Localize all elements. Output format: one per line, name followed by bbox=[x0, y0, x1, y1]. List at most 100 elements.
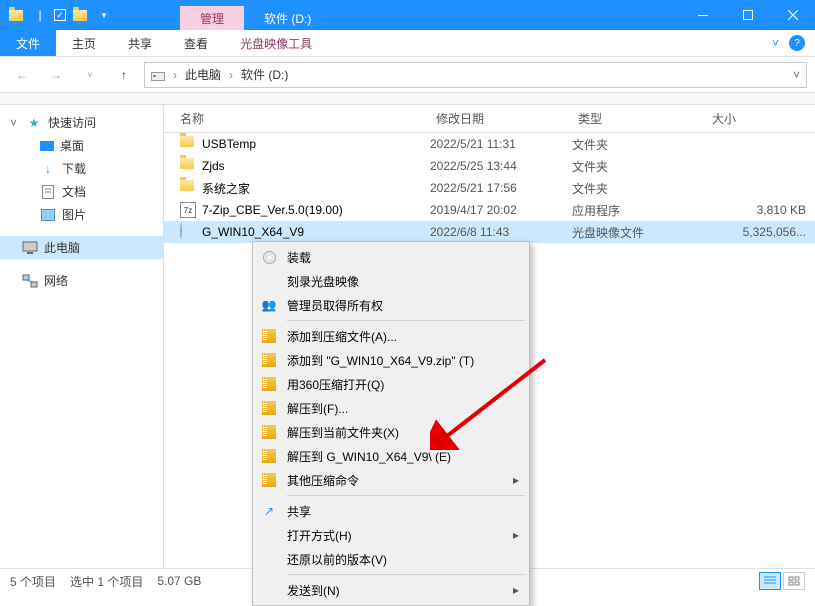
manage-tab[interactable]: 管理 bbox=[180, 6, 244, 30]
sidebar-downloads[interactable]: ↓ 下载 bbox=[0, 157, 163, 180]
spacer bbox=[0, 93, 815, 105]
close-button[interactable] bbox=[770, 0, 815, 30]
ribbon-collapse-icon[interactable]: ˅ bbox=[772, 36, 779, 50]
window-controls bbox=[680, 0, 815, 30]
file-row[interactable]: 系统之家2022/5/21 17:56文件夹 bbox=[164, 177, 815, 199]
col-type[interactable]: 类型 bbox=[578, 110, 712, 127]
pc-icon bbox=[22, 240, 38, 256]
file-date: 2019/4/17 20:02 bbox=[430, 203, 572, 217]
file-type: 文件夹 bbox=[572, 136, 706, 153]
chevron-right-icon[interactable]: › bbox=[169, 68, 181, 82]
users-icon: 👥 bbox=[259, 295, 279, 315]
breadcrumb-bar[interactable]: › 此电脑 › 软件 (D:) ˅ bbox=[144, 62, 807, 88]
separator bbox=[287, 495, 525, 496]
col-date[interactable]: 修改日期 bbox=[436, 110, 578, 127]
file-row[interactable]: USBTemp2022/5/21 11:31文件夹 bbox=[164, 133, 815, 155]
desktop-icon bbox=[40, 141, 54, 151]
context-menu: 装载 刻录光盘映像 👥管理员取得所有权 添加到压缩文件(A)... 添加到 "G… bbox=[252, 241, 530, 606]
pictures-icon bbox=[40, 207, 56, 223]
file-tab[interactable]: 文件 bbox=[0, 30, 56, 56]
zip-icon bbox=[259, 446, 279, 466]
qat-dropdown-icon[interactable]: ▾ bbox=[94, 5, 114, 25]
ribbon-tabs: 文件 主页 共享 查看 光盘映像工具 ˅ ? bbox=[0, 30, 815, 57]
disc-icon bbox=[259, 247, 279, 267]
sidebar-item-label: 此电脑 bbox=[44, 239, 80, 256]
separator bbox=[287, 320, 525, 321]
breadcrumb-dropdown-icon[interactable]: ˅ bbox=[793, 68, 800, 82]
sidebar-item-label: 快速访问 bbox=[48, 114, 96, 131]
ctx-open-360[interactable]: 用360压缩打开(Q) bbox=[255, 372, 527, 396]
ctx-add-archive[interactable]: 添加到压缩文件(A)... bbox=[255, 324, 527, 348]
ctx-share[interactable]: ↗共享 bbox=[255, 499, 527, 523]
file-date: 2022/5/25 13:44 bbox=[430, 159, 572, 173]
breadcrumb-drive[interactable]: 软件 (D:) bbox=[241, 66, 288, 83]
sidebar-documents[interactable]: 文档 bbox=[0, 180, 163, 203]
folder-icon bbox=[180, 180, 196, 196]
file-type: 应用程序 bbox=[572, 202, 706, 219]
folder-qat-icon[interactable] bbox=[70, 5, 90, 25]
view-tab[interactable]: 查看 bbox=[168, 30, 224, 56]
ctx-burn[interactable]: 刻录光盘映像 bbox=[255, 269, 527, 293]
sidebar-quick-access[interactable]: ˅ ★ 快速访问 bbox=[0, 111, 163, 134]
archive-icon: 7z bbox=[180, 202, 196, 218]
chevron-right-icon: ▸ bbox=[513, 473, 519, 487]
up-button[interactable]: ↑ bbox=[110, 61, 138, 89]
ctx-admin[interactable]: 👥管理员取得所有权 bbox=[255, 293, 527, 317]
ctx-extract-named[interactable]: 解压到 G_WIN10_X64_V9\ (E) bbox=[255, 444, 527, 468]
ctx-extract-to[interactable]: 解压到(F)... bbox=[255, 396, 527, 420]
ctx-open-with[interactable]: 打开方式(H)▸ bbox=[255, 523, 527, 547]
status-count: 5 个项目 bbox=[10, 573, 56, 590]
file-row[interactable]: G_WIN10_X64_V92022/6/8 11:43光盘映像文件5,325,… bbox=[164, 221, 815, 243]
download-icon: ↓ bbox=[40, 161, 56, 177]
disc-tools-tab[interactable]: 光盘映像工具 bbox=[224, 30, 328, 56]
status-size: 5.07 GB bbox=[157, 574, 201, 588]
file-row[interactable]: Zjds2022/5/25 13:44文件夹 bbox=[164, 155, 815, 177]
file-size: 3,810 KB bbox=[706, 203, 806, 217]
share-icon: ↗ bbox=[259, 501, 279, 521]
file-name: USBTemp bbox=[202, 137, 256, 151]
sidebar-this-pc[interactable]: 此电脑 bbox=[0, 236, 163, 259]
ctx-send-to[interactable]: 发送到(N)▸ bbox=[255, 578, 527, 602]
ctx-restore[interactable]: 还原以前的版本(V) bbox=[255, 547, 527, 571]
zip-icon bbox=[259, 422, 279, 442]
sidebar-desktop[interactable]: 桌面 bbox=[0, 134, 163, 157]
share-tab[interactable]: 共享 bbox=[112, 30, 168, 56]
ctx-other-zip[interactable]: 其他压缩命令▸ bbox=[255, 468, 527, 492]
sidebar-item-label: 图片 bbox=[62, 206, 86, 223]
file-name: G_WIN10_X64_V9 bbox=[202, 225, 304, 239]
ctx-extract-here[interactable]: 解压到当前文件夹(X) bbox=[255, 420, 527, 444]
chevron-down-icon[interactable]: ˅ bbox=[10, 116, 20, 130]
forward-button[interactable]: → bbox=[42, 61, 70, 89]
help-icon[interactable]: ? bbox=[789, 35, 805, 51]
chevron-right-icon[interactable]: › bbox=[225, 68, 237, 82]
details-view-button[interactable] bbox=[759, 572, 781, 590]
minimize-button[interactable] bbox=[680, 0, 725, 30]
file-type: 文件夹 bbox=[572, 180, 706, 197]
folder-icon bbox=[180, 158, 196, 174]
sidebar-network[interactable]: 网络 bbox=[0, 269, 163, 292]
breadcrumb-pc[interactable]: 此电脑 bbox=[185, 66, 221, 83]
file-row[interactable]: 7z7-Zip_CBE_Ver.5.0(19.00)2019/4/17 20:0… bbox=[164, 199, 815, 221]
sidebar-pictures[interactable]: 图片 bbox=[0, 203, 163, 226]
quick-access-toolbar: | ✓ ▾ bbox=[0, 5, 120, 25]
zip-icon bbox=[259, 470, 279, 490]
ctx-mount[interactable]: 装载 bbox=[255, 245, 527, 269]
back-button[interactable]: ← bbox=[8, 61, 36, 89]
recent-dropdown[interactable]: ˅ bbox=[76, 61, 104, 89]
home-tab[interactable]: 主页 bbox=[56, 30, 112, 56]
zip-icon bbox=[259, 350, 279, 370]
checkbox-icon[interactable]: ✓ bbox=[54, 9, 66, 21]
folder-icon bbox=[180, 136, 196, 152]
network-icon bbox=[22, 273, 38, 289]
document-icon bbox=[40, 184, 56, 200]
explorer-icon bbox=[6, 5, 26, 25]
icons-view-button[interactable] bbox=[783, 572, 805, 590]
sidebar-item-label: 下载 bbox=[62, 160, 86, 177]
col-name[interactable]: 名称 bbox=[180, 110, 436, 127]
col-size[interactable]: 大小 bbox=[712, 110, 736, 127]
chevron-right-icon: ▸ bbox=[513, 528, 519, 542]
maximize-button[interactable] bbox=[725, 0, 770, 30]
zip-icon bbox=[259, 398, 279, 418]
ctx-add-to-zip[interactable]: 添加到 "G_WIN10_X64_V9.zip" (T) bbox=[255, 348, 527, 372]
column-headers: 名称 修改日期 类型 大小 bbox=[164, 105, 815, 133]
